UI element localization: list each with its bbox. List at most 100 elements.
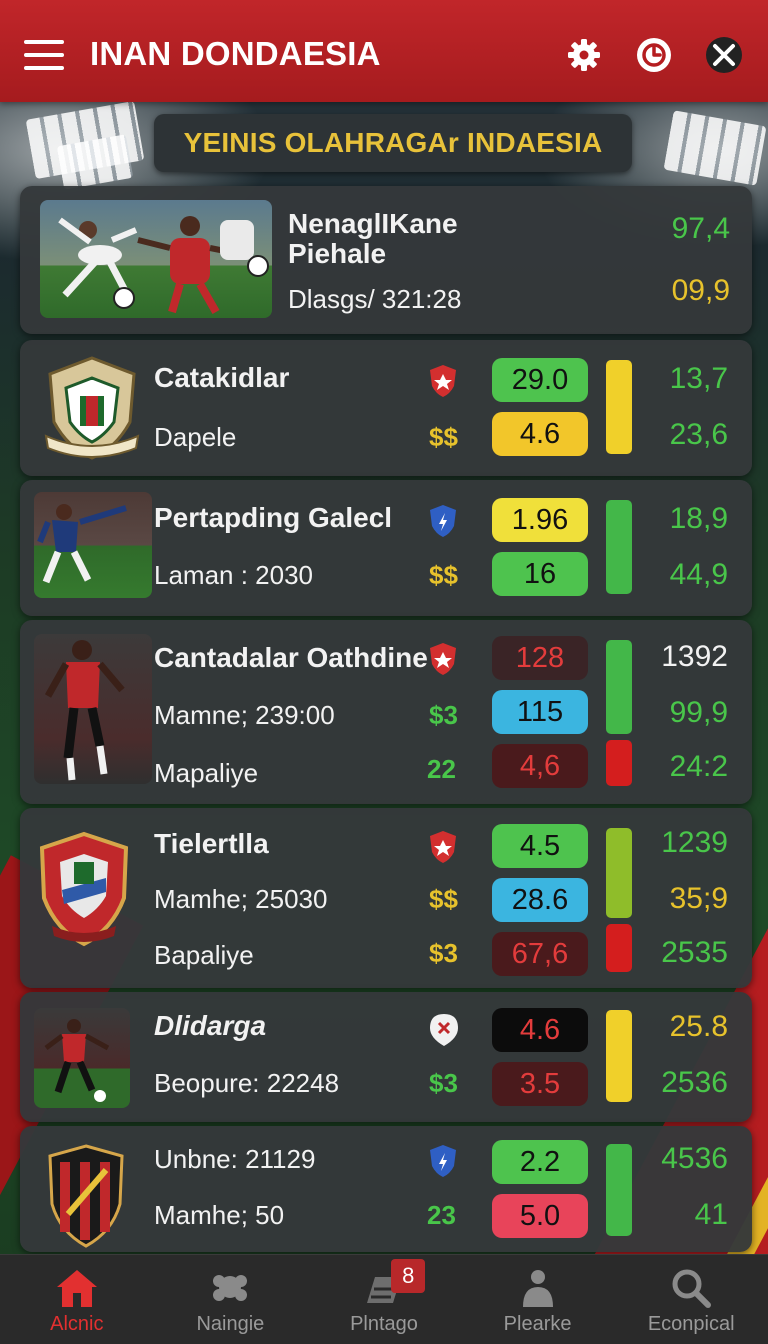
section-banner: YEINIS OLAHRAGAr INDAESIA [154, 114, 632, 172]
match-card[interactable]: Dlidarga Beopure: 22248 $3 4.6 3.5 25.8 … [20, 992, 752, 1122]
nav-item-home[interactable]: Alcnic [0, 1255, 154, 1344]
menu-icon[interactable] [24, 40, 64, 70]
rate-value: 4536 [661, 1142, 728, 1175]
featured-subtitle: Dlasgs/ 321:28 [288, 284, 462, 314]
nav-item-group[interactable]: Naingie [154, 1255, 308, 1344]
bottom-navigation: Alcnic Naingie 8 Plntago Plearke Econpic… [0, 1254, 768, 1344]
odds-button[interactable]: 5.0 [492, 1194, 588, 1238]
rate-value: 2535 [661, 936, 728, 969]
player-image [34, 1008, 130, 1108]
nav-label: Plearke [503, 1313, 572, 1335]
gear-icon[interactable] [564, 35, 604, 75]
nav-item-tickets[interactable]: 8 Plntago [307, 1255, 461, 1344]
odds-button[interactable]: 67,6 [492, 932, 588, 976]
match-card[interactable]: Catakidlar Dapele $$ 29.0 4.6 13,7 23,6 [20, 340, 752, 476]
match-card[interactable]: Unbne: 21129 Mamhe; 50 23 2.2 5.0 4536 4… [20, 1126, 752, 1252]
team-crest [46, 1144, 126, 1248]
currency-label: 22 [427, 754, 456, 784]
rate-value: 18,9 [669, 502, 728, 535]
odds-button[interactable]: 1.96 [492, 498, 588, 542]
match-info: Mapaliye [154, 758, 259, 788]
match-info: Mamne; 239:00 [154, 700, 335, 730]
group-icon [213, 1275, 248, 1301]
currency-label: $$ [429, 422, 458, 452]
odds-button[interactable]: 3.5 [492, 1062, 588, 1106]
match-title: Unbne: 21129 [154, 1144, 316, 1174]
match-title: Cantadalar Oathdine [154, 642, 428, 673]
team-crest [36, 352, 148, 464]
app-title: INAN DONDAESIA [90, 35, 381, 72]
odds-button[interactable]: 16 [492, 552, 588, 596]
nav-item-search[interactable]: Econpical [614, 1255, 768, 1344]
currency-label: $3 [429, 938, 458, 968]
nav-label: Plntago [350, 1313, 418, 1335]
match-title: Catakidlar [154, 362, 290, 393]
odds-button[interactable]: 2.2 [492, 1140, 588, 1184]
notification-badge: 8 [391, 1259, 426, 1293]
shield-icon [430, 365, 456, 397]
shield-icon [430, 643, 456, 675]
rate-value: 44,9 [669, 558, 728, 591]
odds-button[interactable]: 4.6 [492, 1008, 588, 1052]
shield-icon [430, 1145, 456, 1177]
odds-button[interactable]: 29.0 [492, 358, 588, 402]
match-info: Mamhe; 50 [154, 1200, 285, 1230]
currency-label: $$ [429, 884, 458, 914]
match-info: Laman : 2030 [154, 560, 314, 590]
odds-button[interactable]: 115 [492, 690, 588, 734]
map-pin-icon [430, 1014, 458, 1046]
rate-value: 35;9 [669, 882, 728, 915]
rate-value: 13,7 [669, 362, 728, 395]
rate-value: 99,9 [669, 696, 728, 729]
currency-label: $$ [429, 560, 458, 590]
featured-title-line1: NenaglIKane [288, 208, 458, 239]
nav-label: Naingie [196, 1313, 265, 1335]
header-actions [564, 35, 744, 75]
odds-button[interactable]: 28.6 [492, 878, 588, 922]
match-info: Bapaliye [154, 940, 254, 970]
match-title: Pertapding Galecl [154, 502, 393, 533]
currency-label: $3 [429, 700, 458, 730]
rate-value: 1239 [661, 826, 728, 859]
rate-value: 2536 [661, 1066, 728, 1099]
person-icon [522, 1270, 553, 1307]
rate-value: 41 [694, 1198, 728, 1231]
featured-match-card[interactable]: NenaglIKane Piehale Dlasgs/ 321:28 97,4 … [20, 186, 752, 334]
team-crest [34, 830, 134, 948]
match-info: Mamhe; 25030 [154, 884, 328, 914]
clock-icon[interactable] [634, 35, 674, 75]
nav-item-profile[interactable]: Plearke [461, 1255, 615, 1344]
player-image [34, 634, 152, 784]
currency-label: $3 [429, 1068, 458, 1098]
app-header: INAN DONDAESIA [0, 0, 768, 102]
featured-title-line2: Piehale [288, 238, 387, 269]
home-icon [56, 1270, 97, 1307]
featured-value-bottom: 09,9 [671, 274, 730, 307]
odds-button[interactable]: 4.6 [492, 412, 588, 456]
odds-button[interactable]: 4,6 [492, 744, 588, 788]
shield-icon [430, 505, 456, 537]
nav-label: Econpical [647, 1313, 735, 1335]
match-title: Tielertlla [154, 828, 269, 859]
featured-value-top: 97,4 [671, 212, 730, 245]
search-icon [672, 1269, 712, 1308]
featured-match-image [40, 200, 272, 318]
match-card[interactable]: Tielertlla Mamhe; 25030 Bapaliye $$ $3 4… [20, 808, 752, 988]
match-title: Dlidarga [154, 1010, 267, 1041]
floodlight-right [663, 110, 767, 186]
player-image [34, 492, 152, 598]
match-card[interactable]: Cantadalar Oathdine Mamne; 239:00 Mapali… [20, 620, 752, 804]
odds-button[interactable]: 4.5 [492, 824, 588, 868]
odds-button[interactable]: 128 [492, 636, 588, 680]
rate-value: 1392 [661, 640, 728, 673]
match-card[interactable]: Pertapding Galecl Laman : 2030 $$ 1.96 1… [20, 480, 752, 616]
shield-icon [430, 831, 456, 863]
match-info: Dapele [154, 422, 237, 452]
match-info: Beopure: 22248 [154, 1068, 340, 1098]
cross-icon[interactable] [704, 35, 744, 75]
rate-value: 25.8 [669, 1010, 728, 1043]
rate-value: 23,6 [669, 418, 728, 451]
rate-value: 24:2 [669, 750, 728, 783]
nav-label: Alcnic [50, 1313, 104, 1335]
currency-label: 23 [427, 1200, 456, 1230]
